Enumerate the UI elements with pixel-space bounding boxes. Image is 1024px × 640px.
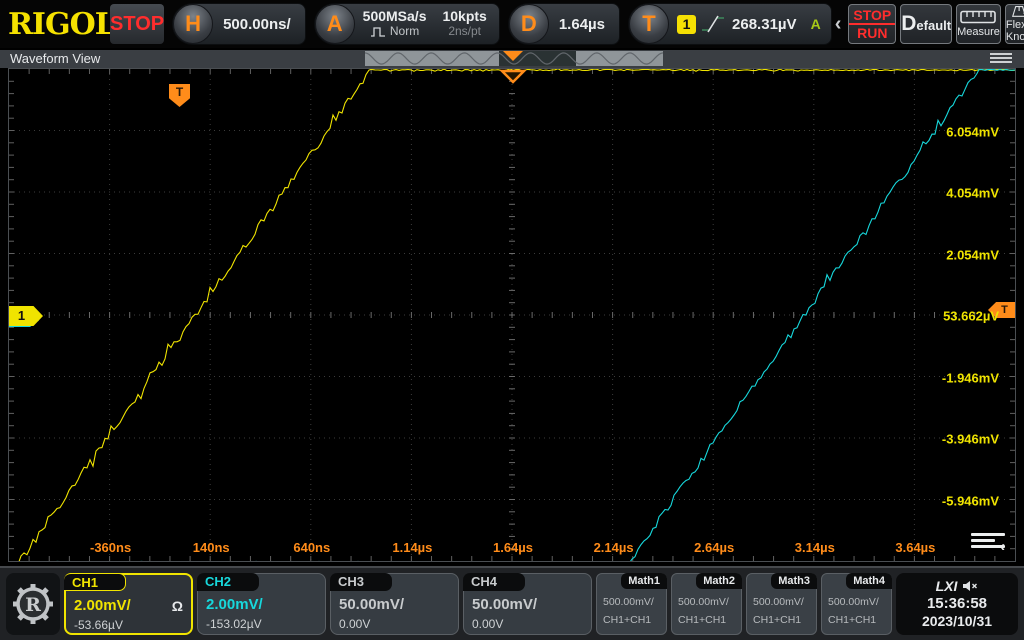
default-label: Default [901, 12, 951, 36]
math1-tab[interactable]: Math1 [621, 573, 667, 589]
rigol-gear-button[interactable]: R [6, 573, 60, 635]
default-button[interactable]: Default [900, 4, 952, 44]
speaker-muted-icon [962, 580, 978, 592]
impedance-label: Ω [172, 598, 183, 614]
x-axis-label: -360ns [90, 540, 131, 555]
stop-label: STOP [849, 8, 895, 25]
ch1-tab[interactable]: CH1 [64, 573, 126, 591]
math2-scale: 500.00mV/ [678, 596, 729, 608]
time-per-point: 2ns/pt [448, 24, 481, 39]
trigger-level: 268.31µV [726, 16, 811, 33]
horizontal-group[interactable]: H 500.00ns/ [172, 3, 306, 45]
system-date: 2023/10/31 [922, 613, 992, 630]
y-axis-label: -1.946mV [942, 370, 999, 385]
y-axis-label: 2.054mV [946, 247, 999, 262]
delay-group[interactable]: D 1.64µs [508, 3, 620, 45]
ch1-scale: 2.00mV/ [74, 597, 131, 614]
waveform-view-header: Waveform View [0, 50, 1024, 68]
acquisition-knob[interactable]: A [315, 4, 355, 44]
gear-logo-icon: R [11, 579, 55, 629]
math4-expression: CH1+CH1 [828, 614, 876, 626]
ch2-offset: -153.02µV [206, 617, 262, 631]
trigger-position-marker[interactable] [500, 69, 526, 84]
channel-box-ch2[interactable]: CH2 2.00mV/ -153.02µV [197, 573, 326, 635]
run-label: RUN [857, 25, 887, 41]
memory-depth: 10kpts [442, 9, 486, 24]
rising-edge-icon [700, 14, 726, 34]
measure-button[interactable]: Measure [956, 4, 1001, 44]
math-box-2[interactable]: Math2 500.00mV/ CH1+CH1 [671, 573, 742, 635]
pulse-icon [370, 26, 386, 37]
math2-tab[interactable]: Math2 [696, 573, 742, 589]
trigger-knob[interactable]: T [629, 4, 669, 44]
ch3-tab[interactable]: CH3 [330, 573, 392, 591]
math3-tab[interactable]: Math3 [771, 573, 817, 589]
channel-box-ch4[interactable]: CH4 50.00mV/ 0.00V [463, 573, 592, 635]
horizontal-knob[interactable]: H [173, 4, 213, 44]
bottom-status-bar: R CH1 2.00mV/ Ω -53.66µV CH2 2.00mV/ -15… [0, 566, 1024, 640]
math1-expression: CH1+CH1 [603, 614, 651, 626]
acquisition-group[interactable]: A 500MSa/s Norm 10kpts 2ns/pt [314, 3, 500, 45]
x-axis-label: 3.64µs [895, 540, 935, 555]
math4-tab[interactable]: Math4 [846, 573, 892, 589]
system-status-box[interactable]: LXI 15:36:58 2023/10/31 [896, 573, 1018, 635]
ch2-scale: 2.00mV/ [206, 596, 263, 613]
x-axis-label: 2.14µs [594, 540, 634, 555]
ch4-offset: 0.00V [472, 617, 503, 631]
flex-knob-label: Flex Knob [1006, 19, 1024, 43]
ch3-offset: 0.00V [339, 617, 370, 631]
ch3-scale: 50.00mV/ [339, 596, 404, 613]
channel-box-ch1[interactable]: CH1 2.00mV/ Ω -53.66µV [64, 573, 193, 635]
svg-text:R: R [25, 594, 41, 616]
x-axis-label: 1.64µs [493, 540, 533, 555]
x-axis-label: 3.14µs [795, 540, 835, 555]
top-toolbar: RIGOL STOP H 500.00ns/ A 500MSa/s Norm 1… [0, 0, 1024, 48]
delay-knob[interactable]: D [509, 4, 549, 44]
math2-expression: CH1+CH1 [678, 614, 726, 626]
ch4-scale: 50.00mV/ [472, 596, 537, 613]
trigger-coupling: A [811, 16, 831, 32]
lxi-label: LXI [936, 578, 958, 594]
rigol-logo: RIGOL [8, 7, 110, 42]
y-axis-label: -5.946mV [942, 493, 999, 508]
run-status-indicator[interactable]: STOP [110, 4, 164, 44]
header-menu-icon[interactable] [990, 53, 1012, 65]
sample-rate: 500MSa/s [363, 9, 427, 24]
math-box-3[interactable]: Math3 500.00mV/ CH1+CH1 [746, 573, 817, 635]
channel-box-ch3[interactable]: CH3 50.00mV/ 0.00V [330, 573, 459, 635]
y-axis-label: 6.054mV [946, 124, 999, 139]
graticule[interactable]: T 1 T 6.054mV4.054mV2.054mV53.662µV-1.94… [8, 68, 1016, 562]
trigger-group[interactable]: T 1 268.31µV A [628, 3, 832, 45]
math3-expression: CH1+CH1 [753, 614, 801, 626]
waveform-navigator[interactable] [365, 51, 663, 66]
x-axis-label: 2.64µs [694, 540, 734, 555]
x-axis-label: 640ns [293, 540, 330, 555]
math-box-1[interactable]: Math1 500.00mV/ CH1+CH1 [596, 573, 667, 635]
math1-scale: 500.00mV/ [603, 596, 654, 608]
graticule-menu-icon[interactable]: ‹ [971, 533, 1005, 551]
math4-scale: 500.00mV/ [828, 596, 879, 608]
ruler-icon [960, 10, 996, 24]
delay-value: 1.64µs [549, 16, 619, 33]
x-axis-label: 140ns [193, 540, 230, 555]
ch2-tab[interactable]: CH2 [197, 573, 259, 591]
y-axis-label: 4.054mV [946, 186, 999, 201]
flex-knob-icon [1006, 5, 1024, 17]
measure-label: Measure [957, 26, 1000, 38]
y-axis-label: 53.662µV [943, 309, 999, 324]
ch4-tab[interactable]: CH4 [463, 573, 525, 591]
math3-scale: 500.00mV/ [753, 596, 804, 608]
trigger-source-badge: 1 [677, 15, 696, 34]
ch1-offset: -53.66µV [74, 618, 123, 632]
toolbar-scroll-left[interactable]: ‹ [832, 13, 845, 36]
system-time: 15:36:58 [927, 594, 987, 613]
acquisition-mode: Norm [390, 24, 419, 39]
flex-knob-button[interactable]: Flex Knob [1005, 4, 1024, 44]
stop-run-button[interactable]: STOP RUN [848, 4, 896, 44]
horizontal-scale: 500.00ns/ [213, 16, 305, 33]
x-axis-label: 1.14µs [392, 540, 432, 555]
y-axis-label: -3.946mV [942, 432, 999, 447]
view-title: Waveform View [10, 51, 100, 66]
math-box-4[interactable]: Math4 500.00mV/ CH1+CH1 [821, 573, 892, 635]
